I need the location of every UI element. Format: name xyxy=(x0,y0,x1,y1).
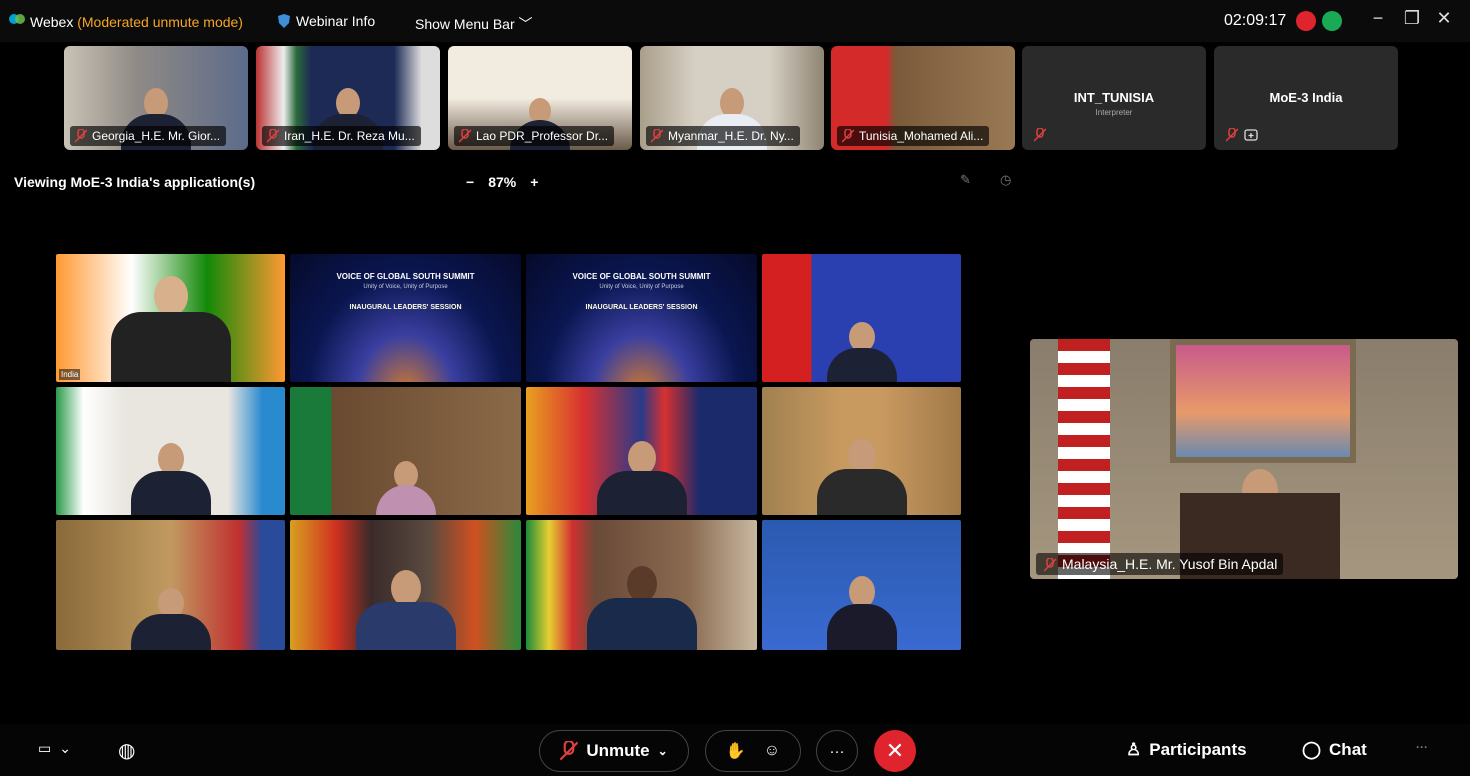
summit-session: INAUGURAL LEADERS' SESSION xyxy=(349,304,462,311)
control-bar: ▭ ⌄ ◍ Unmute ⌄ ✋ ☺ ··· ✕ ♙ Participants ◯ Ch… xyxy=(0,724,1470,776)
recording-icon[interactable] xyxy=(1296,11,1316,31)
more-options-button[interactable]: ··· xyxy=(816,730,858,772)
participants-icon: ♙ xyxy=(1126,740,1142,759)
summit-subtitle: Unity of Voice, Unity of Purpose xyxy=(363,284,448,290)
speaker-video xyxy=(816,439,907,515)
captions-button[interactable]: ▭ ⌄ xyxy=(38,740,71,757)
muted-mic-icon xyxy=(1226,128,1238,142)
mode-label: (Moderated unmute mode) xyxy=(77,14,243,30)
speaker-video xyxy=(355,570,456,650)
speaker-video xyxy=(110,276,231,382)
participant-tile[interactable]: Tunisia_Mohamed Ali... xyxy=(831,46,1015,150)
participant-tile[interactable]: MoE-3 India xyxy=(1214,46,1398,150)
annotate-icon[interactable]: ✎ xyxy=(960,172,971,188)
speaker-video xyxy=(375,461,436,515)
raise-hand-icon[interactable]: ✋ xyxy=(726,741,746,761)
muted-mic-icon xyxy=(267,129,279,143)
video-tile xyxy=(762,387,961,515)
flag xyxy=(1058,339,1110,579)
speaker-video xyxy=(826,576,897,650)
video-tile: VOICE OF GLOBAL SOUTH SUMMIT Unity of Vo… xyxy=(526,254,757,382)
hand-reactions-group: ✋ ☺ xyxy=(705,730,801,772)
participant-role: Interpreter xyxy=(1095,108,1133,117)
muted-mic-icon xyxy=(842,129,854,143)
speaker-video xyxy=(130,443,211,515)
participant-tile[interactable]: INT_TUNISIA Interpreter xyxy=(1022,46,1206,150)
video-tile: VOICE OF GLOBAL SOUTH SUMMIT Unity of Vo… xyxy=(290,254,521,382)
speaker-video xyxy=(586,566,697,650)
participant-tile[interactable]: Georgia_H.E. Mr. Gior... xyxy=(64,46,248,150)
webex-logo-icon xyxy=(9,14,25,24)
participant-label: Lao PDR_Professor Dr... xyxy=(454,126,615,146)
chevron-down-icon: ﹀ xyxy=(518,16,533,32)
participant-tile[interactable]: Myanmar_H.E. Dr. Ny... xyxy=(640,46,824,150)
participant-tile[interactable]: Lao PDR_Professor Dr... xyxy=(448,46,632,150)
muted-mic-icon xyxy=(651,129,663,143)
video-tile xyxy=(762,520,961,650)
reactions-icon[interactable]: ☺ xyxy=(764,742,780,760)
participant-label: Myanmar_H.E. Dr. Ny... xyxy=(646,126,800,146)
overflow-menu-button[interactable]: ··· xyxy=(1416,740,1428,754)
close-icon[interactable]: ✕ xyxy=(1434,8,1454,29)
video-tile xyxy=(526,387,757,515)
participant-name: INT_TUNISIA xyxy=(1073,90,1155,105)
video-tile xyxy=(56,520,285,650)
history-icon[interactable]: ◷ xyxy=(1000,172,1011,188)
muted-mic-icon xyxy=(75,129,87,143)
minimize-icon[interactable]: − xyxy=(1368,8,1388,29)
chevron-down-icon: ⌄ xyxy=(59,740,71,756)
speaker-video xyxy=(826,322,897,382)
chevron-down-icon: ⌄ xyxy=(657,744,668,758)
shared-video-grid: India VOICE OF GLOBAL SOUTH SUMMIT Unity… xyxy=(56,254,961,650)
painting xyxy=(1170,339,1356,463)
participant-label: Tunisia_Mohamed Ali... xyxy=(837,126,990,146)
restore-icon[interactable]: ❐ xyxy=(1402,8,1422,29)
share-screen-icon xyxy=(1244,129,1258,141)
video-tile xyxy=(290,520,521,650)
webinar-info-button[interactable]: Webinar Info xyxy=(278,13,375,29)
video-tile xyxy=(762,254,961,382)
muted-mic-icon xyxy=(459,129,471,143)
speaker-video xyxy=(130,588,211,650)
show-menu-bar-button[interactable]: Show Menu Bar ﹀ xyxy=(415,14,533,34)
language-globe-icon[interactable]: ◍ xyxy=(118,738,135,763)
meeting-timer: 02:09:17 xyxy=(1224,12,1287,29)
network-status-icon[interactable] xyxy=(1322,11,1342,31)
active-speaker-label: Malaysia_H.E. Mr. Yusof Bin Apdal xyxy=(1036,553,1284,575)
zoom-controls: − 87% + xyxy=(466,174,538,190)
chat-button[interactable]: ◯ Chat xyxy=(1302,740,1367,760)
unmute-button[interactable]: Unmute ⌄ xyxy=(539,730,689,772)
title-bar: Webex (Moderated unmute mode) Webinar In… xyxy=(0,0,1470,42)
summit-subtitle: Unity of Voice, Unity of Purpose xyxy=(599,284,684,290)
muted-mic-icon xyxy=(560,741,579,761)
summit-title: VOICE OF GLOBAL SOUTH SUMMIT xyxy=(336,272,475,281)
leave-meeting-button[interactable]: ✕ xyxy=(874,730,916,772)
video-tile xyxy=(526,520,757,650)
participants-button[interactable]: ♙ Participants xyxy=(1126,740,1247,760)
zoom-out-button[interactable]: − xyxy=(466,174,474,190)
participant-label: Iran_H.E. Dr. Reza Mu... xyxy=(262,126,421,146)
video-tile: India xyxy=(56,254,285,382)
muted-mic-icon xyxy=(1044,558,1056,572)
participant-tile[interactable]: Iran_H.E. Dr. Reza Mu... xyxy=(256,46,440,150)
chat-icon: ◯ xyxy=(1302,740,1322,759)
active-speaker-video[interactable]: Malaysia_H.E. Mr. Yusof Bin Apdal xyxy=(1030,339,1458,579)
video-tile xyxy=(56,387,285,515)
participant-label: Georgia_H.E. Mr. Gior... xyxy=(70,126,227,146)
participant-name: MoE-3 India xyxy=(1269,90,1343,105)
summit-title: VOICE OF GLOBAL SOUTH SUMMIT xyxy=(572,272,711,281)
tile-tag: India xyxy=(59,369,81,380)
video-tile xyxy=(290,387,521,515)
captions-icon: ▭ xyxy=(38,740,52,756)
app-title: Webex (Moderated unmute mode) xyxy=(30,14,243,30)
shield-icon xyxy=(278,14,290,28)
muted-mic-icon xyxy=(1034,128,1046,142)
sharing-status: Viewing MoE-3 India's application(s) xyxy=(14,174,256,190)
speaker-video xyxy=(596,441,687,515)
zoom-level: 87% xyxy=(488,174,517,190)
zoom-in-button[interactable]: + xyxy=(530,174,538,190)
summit-session: INAUGURAL LEADERS' SESSION xyxy=(585,304,698,311)
